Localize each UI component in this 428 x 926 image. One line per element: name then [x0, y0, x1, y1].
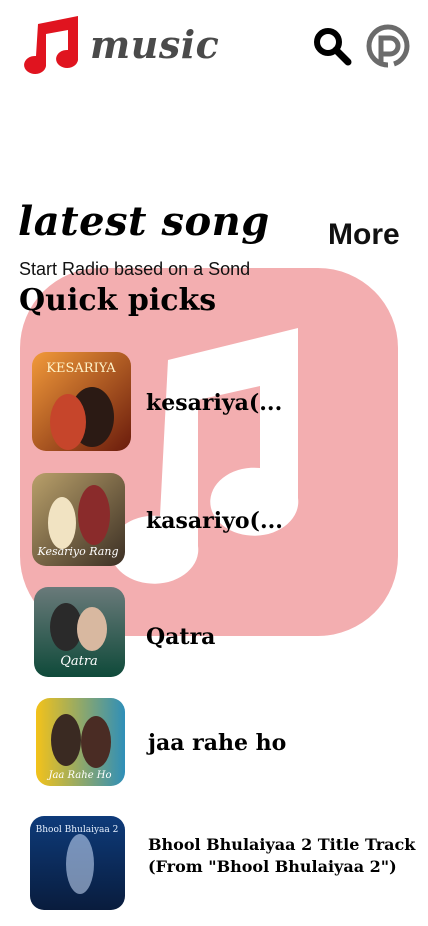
- song-title: jaa rahe ho: [148, 730, 287, 756]
- album-art: Kesariyo Rang: [32, 473, 125, 566]
- song-title: Qatra: [146, 624, 216, 650]
- album-art-text: KESARIYA: [46, 361, 116, 376]
- search-icon[interactable]: [312, 26, 352, 66]
- album-art: Qatra: [34, 587, 125, 677]
- list-item[interactable]: Jaa Rahe Ho jaa rahe ho: [0, 696, 428, 790]
- song-title: kasariyo(...: [146, 508, 283, 534]
- album-art: KESARIYA: [32, 352, 131, 451]
- list-item[interactable]: Bhool Bhulaiyaa 2 Bhool Bhulaiyaa 2 Titl…: [0, 814, 428, 912]
- album-art: Bhool Bhulaiyaa 2: [30, 816, 125, 910]
- album-art-text: Bhool Bhulaiyaa 2: [36, 825, 119, 835]
- album-art-text: Kesariyo Rang: [37, 545, 119, 558]
- more-button[interactable]: More: [328, 218, 400, 252]
- brand-wordmark: music: [90, 22, 220, 67]
- list-item[interactable]: Qatra Qatra: [0, 586, 428, 678]
- radio-subtitle: Start Radio based on a Sond: [19, 259, 251, 279]
- music-note-logo-icon: [24, 16, 79, 74]
- latest-song-heading: latest song: [18, 198, 270, 245]
- list-item[interactable]: Kesariyo Rang kasariyo(...: [0, 472, 428, 568]
- pinterest-p-icon[interactable]: [366, 24, 410, 68]
- song-title: Bhool Bhulaiyaa 2 Title Track (From "Bho…: [148, 835, 416, 876]
- song-title: kesariya(...: [146, 390, 283, 416]
- album-art-text: Jaa Rahe Ho: [46, 770, 111, 781]
- album-art-text: Qatra: [60, 654, 98, 669]
- app-header: music: [0, 0, 428, 90]
- quick-picks-heading: Quick picks: [19, 283, 217, 318]
- album-art: Jaa Rahe Ho: [36, 698, 125, 786]
- list-item[interactable]: KESARIYA kesariya(...: [0, 350, 428, 454]
